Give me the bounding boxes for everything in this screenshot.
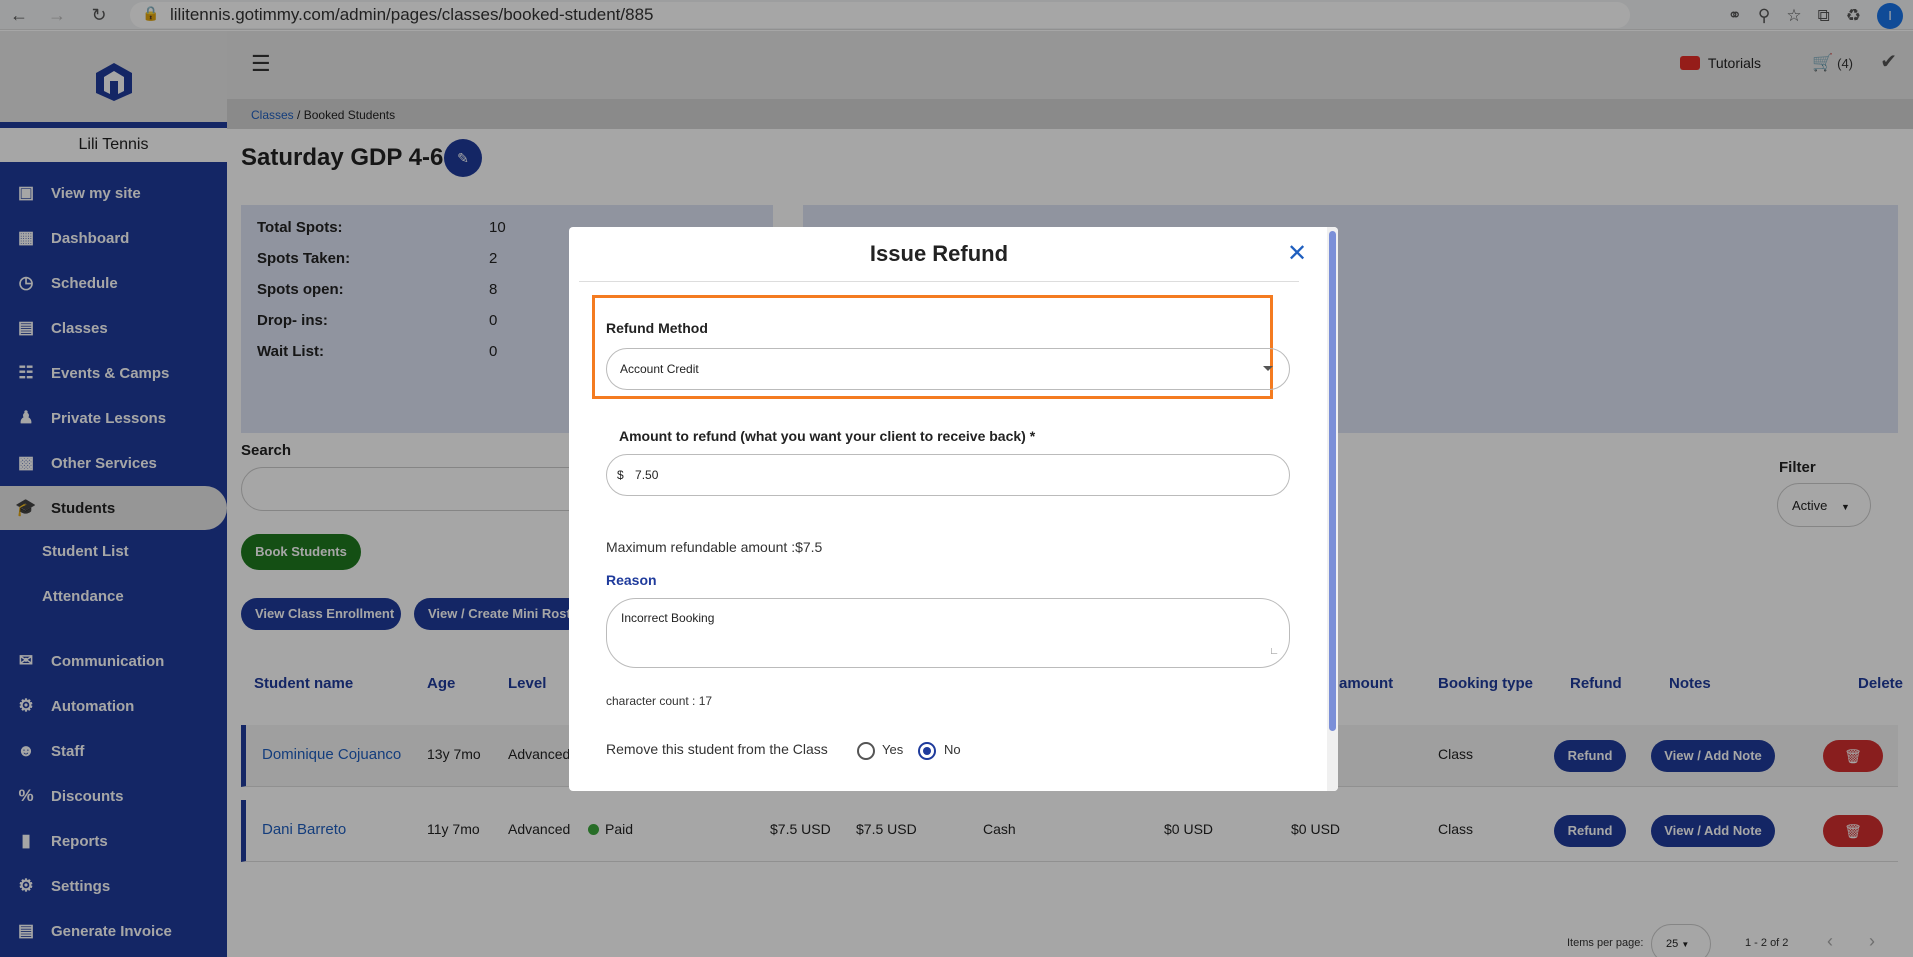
refund-method-select[interactable]: Account Credit — [606, 348, 1290, 390]
reason-label: Reason — [606, 572, 657, 588]
chevron-down-icon — [1263, 366, 1273, 371]
remove-yes-radio[interactable] — [857, 742, 875, 760]
currency-prefix: $ — [617, 468, 624, 482]
close-icon[interactable]: ✕ — [1287, 239, 1307, 268]
reason-textarea[interactable]: Incorrect Booking ∟ — [606, 598, 1290, 668]
modal-title: Issue Refund — [869, 241, 1009, 266]
character-count: character count : 17 — [606, 694, 713, 708]
max-refundable-text: Maximum refundable amount :$7.5 — [606, 539, 823, 555]
modal-divider — [579, 281, 1299, 282]
refund-method-label: Refund Method — [606, 320, 708, 336]
remove-student-label: Remove this student from the Class — [606, 741, 828, 757]
remove-no-radio[interactable] — [918, 742, 936, 760]
modal-scrollbar-thumb[interactable] — [1329, 231, 1336, 731]
amount-label: Amount to refund (what you want your cli… — [619, 428, 1036, 444]
amount-input[interactable]: $ 7.50 — [606, 454, 1290, 496]
remove-yes-label[interactable]: Yes — [882, 742, 903, 757]
amount-value: 7.50 — [635, 468, 659, 482]
resize-handle-icon[interactable]: ∟ — [1269, 646, 1279, 657]
remove-no-label[interactable]: No — [944, 742, 961, 757]
issue-refund-modal: Issue Refund ✕ Refund Method Account Cre… — [569, 227, 1338, 791]
